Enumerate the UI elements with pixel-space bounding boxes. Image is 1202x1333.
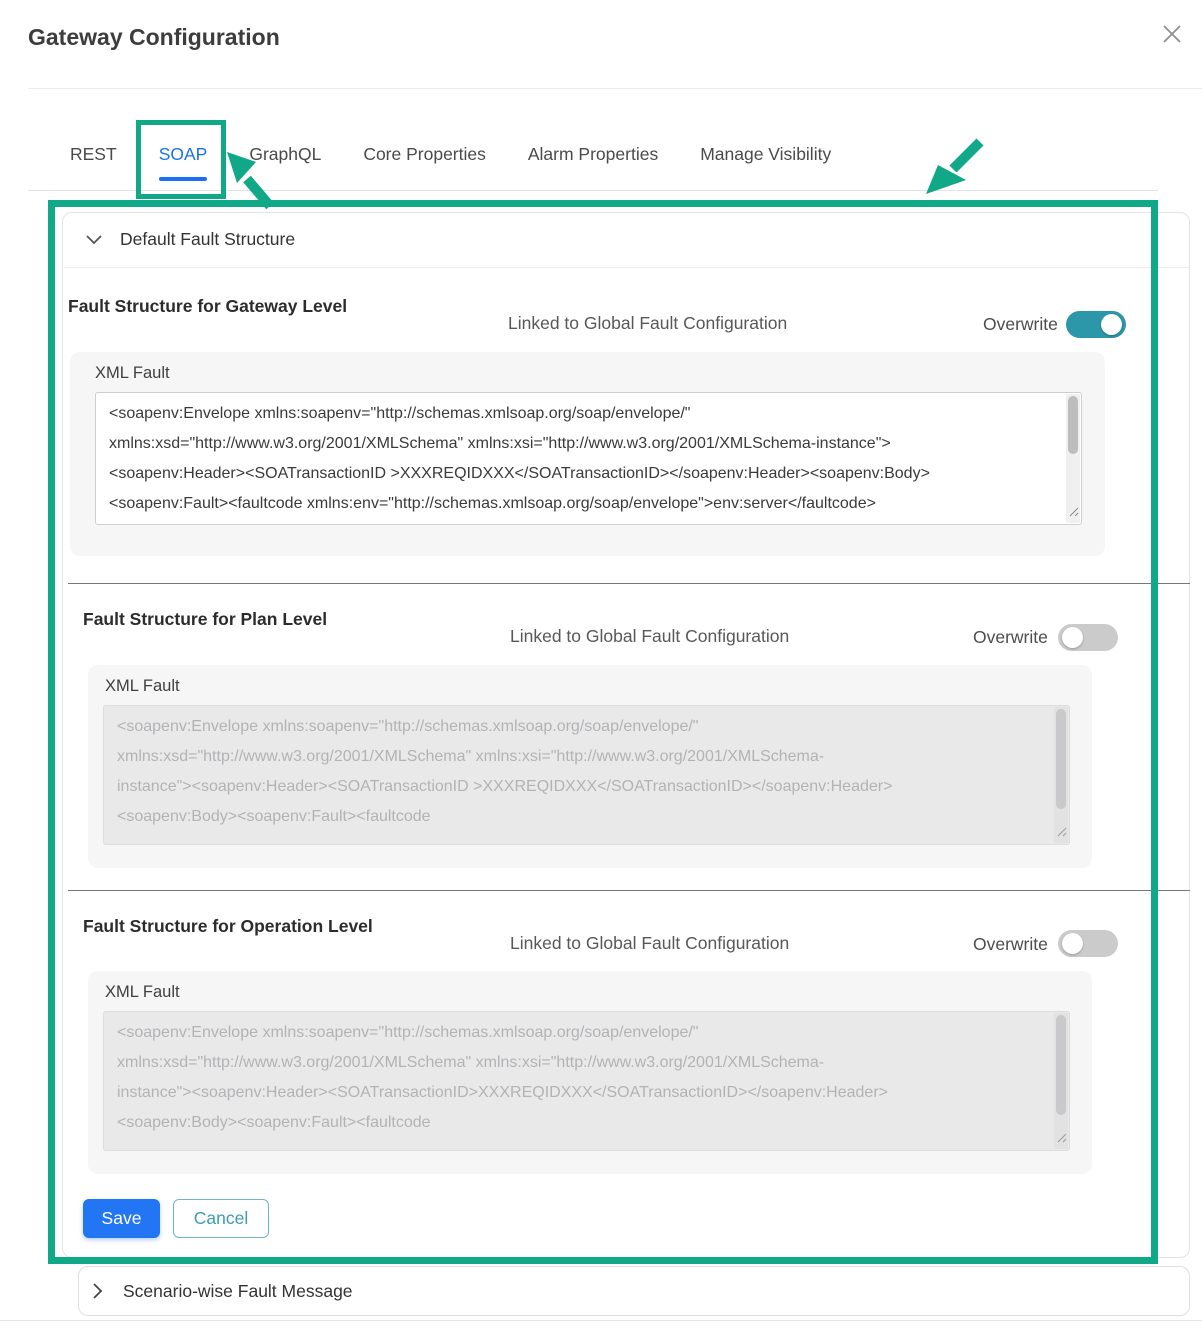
overwrite-toggle-operation[interactable] [1058,930,1118,957]
resize-grip-icon [1057,1130,1067,1148]
resize-grip-icon [1057,824,1067,842]
xml-fault-label: XML Fault [95,364,170,383]
overwrite-toggle-gateway[interactable] [1066,311,1126,338]
header-divider [28,88,1202,89]
overwrite-toggle-plan[interactable] [1058,624,1118,651]
gateway-configuration-modal: Gateway Configuration REST SOAP GraphQL … [0,0,1202,1333]
scrollbar-track [1054,707,1068,843]
tab-rest[interactable]: REST [70,144,117,165]
arrow-down-left-icon [916,136,988,203]
close-icon[interactable] [1156,18,1188,50]
toggle-knob [1062,627,1083,648]
overwrite-label: Overwrite [973,627,1048,648]
overwrite-label: Overwrite [973,934,1048,955]
save-button[interactable]: Save [83,1199,160,1238]
tab-core-properties[interactable]: Core Properties [363,144,486,165]
scrollbar-thumb[interactable] [1068,396,1078,454]
xml-fault-label: XML Fault [105,677,180,696]
chevron-right-icon [93,1283,103,1299]
xml-fault-textarea-gateway[interactable] [95,392,1082,525]
xml-fault-textarea-plan-wrap [103,705,1070,845]
accordion-default-fault-structure[interactable]: Default Fault Structure [62,212,1190,268]
section-heading-gateway: Fault Structure for Gateway Level [68,296,347,317]
linked-global-fault-text: Linked to Global Fault Configuration [508,313,787,334]
toggle-knob [1101,314,1122,335]
linked-global-fault-text: Linked to Global Fault Configuration [510,626,789,647]
accordion-scenario-wise-fault-message[interactable]: Scenario-wise Fault Message [78,1266,1190,1316]
chevron-down-icon [86,235,102,245]
xml-fault-label: XML Fault [105,983,180,1002]
toggle-knob [1062,933,1083,954]
accordion-title: Scenario-wise Fault Message [123,1281,353,1302]
xml-fault-textarea-operation [103,1011,1070,1151]
scrollbar-thumb [1056,709,1066,809]
section-heading-plan: Fault Structure for Plan Level [83,609,327,630]
section-divider [68,583,1190,584]
page-title: Gateway Configuration [28,24,280,51]
xml-fault-textarea-operation-wrap [103,1011,1070,1151]
xml-fault-textarea-plan [103,705,1070,845]
soap-tab-highlight-box [136,120,226,199]
xml-fault-textarea-gateway-wrap [95,392,1082,525]
tab-alarm-properties[interactable]: Alarm Properties [528,144,658,165]
tab-manage-visibility[interactable]: Manage Visibility [700,144,831,165]
bottom-divider [0,1320,1202,1321]
cancel-button[interactable]: Cancel [173,1199,269,1238]
linked-global-fault-text: Linked to Global Fault Configuration [510,933,789,954]
scrollbar-thumb [1056,1015,1066,1115]
arrow-up-left-icon [224,150,276,217]
resize-grip-icon[interactable] [1069,504,1079,522]
scrollbar-track [1054,1013,1068,1149]
section-divider [68,890,1190,891]
accordion-title: Default Fault Structure [120,229,295,250]
section-heading-operation: Fault Structure for Operation Level [83,916,373,937]
overwrite-label: Overwrite [983,314,1058,335]
